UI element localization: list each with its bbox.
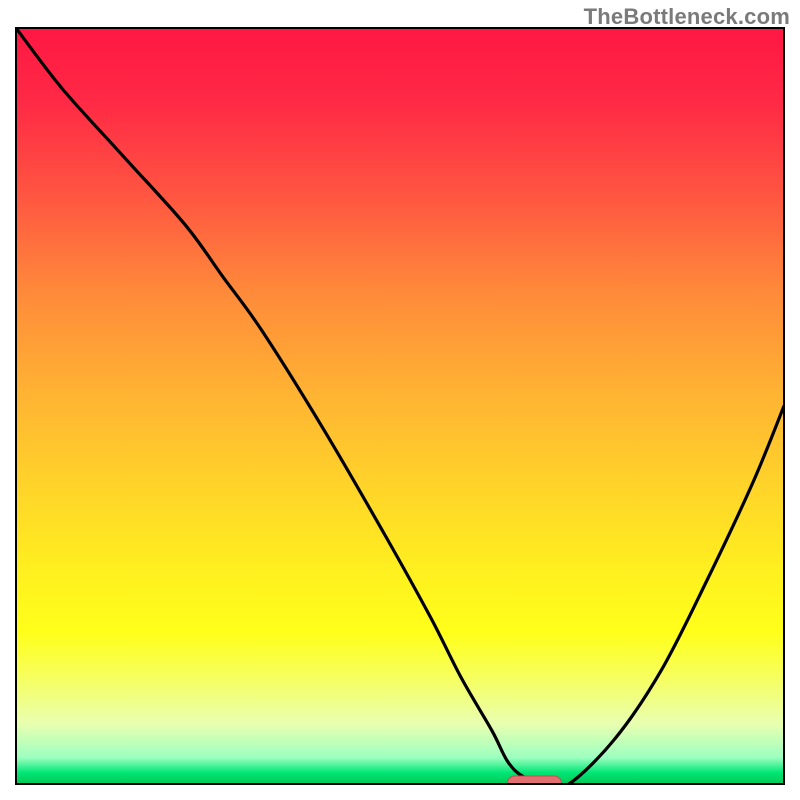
watermark-text: TheBottleneck.com (584, 4, 790, 30)
chart-stage: TheBottleneck.com (0, 0, 800, 800)
gradient-background (16, 28, 784, 784)
bottleneck-chart (0, 0, 800, 800)
